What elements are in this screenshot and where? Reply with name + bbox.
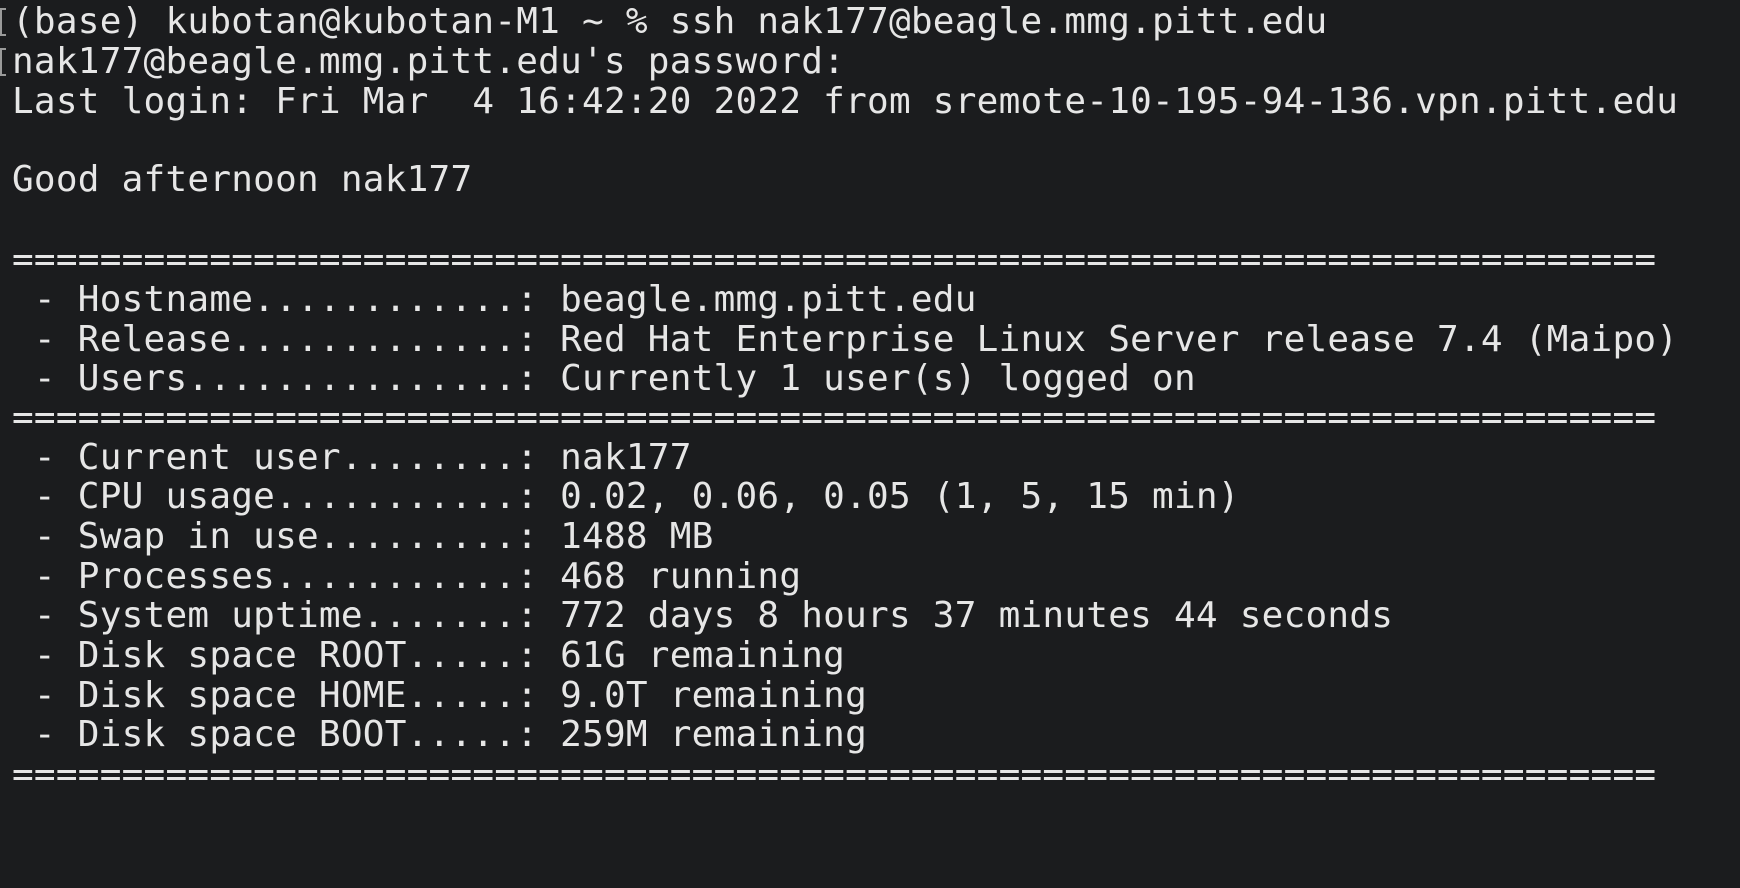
terminal-line-release: - Release.............: Red Hat Enterpri… [12,319,1679,360]
terminal-line-disk-root: - Disk space ROOT.....: 61G remaining [12,635,846,676]
terminal-line-uptime: - System uptime.......: 772 days 8 hours… [12,595,1394,636]
terminal-line-swap: - Swap in use.........: 1488 MB [12,516,714,557]
terminal-line-current-user: - Current user........: nak177 [12,437,692,478]
terminal-line-separator: ========================================… [12,754,1657,795]
terminal-line-users: - Users...............: Currently 1 user… [12,358,1196,399]
terminal-line-last-login: Last login: Fri Mar 4 16:42:20 2022 from… [12,81,1679,122]
terminal-line-greeting: Good afternoon nak177 [12,159,473,200]
prompt-marker-icon [0,48,6,76]
terminal-line-separator: ========================================… [12,239,1657,280]
terminal-line-command: (base) kubotan@kubotan-M1 ~ % ssh nak177… [12,1,1328,42]
terminal-line-cpu-usage: - CPU usage...........: 0.02, 0.06, 0.05… [12,476,1240,517]
terminal-line-separator: ========================================… [12,397,1657,438]
terminal-window[interactable]: (base) kubotan@kubotan-M1 ~ % ssh nak177… [0,0,1740,888]
terminal-line-password-prompt: nak177@beagle.mmg.pitt.edu's password: [12,41,846,82]
prompt-marker-icon [0,8,6,36]
terminal-line-disk-boot: - Disk space BOOT.....: 259M remaining [12,714,868,755]
terminal-line-disk-home: - Disk space HOME.....: 9.0T remaining [12,675,868,716]
terminal-line-hostname: - Hostname............: beagle.mmg.pitt.… [12,279,977,320]
terminal-line-processes: - Processes...........: 468 running [12,556,802,597]
